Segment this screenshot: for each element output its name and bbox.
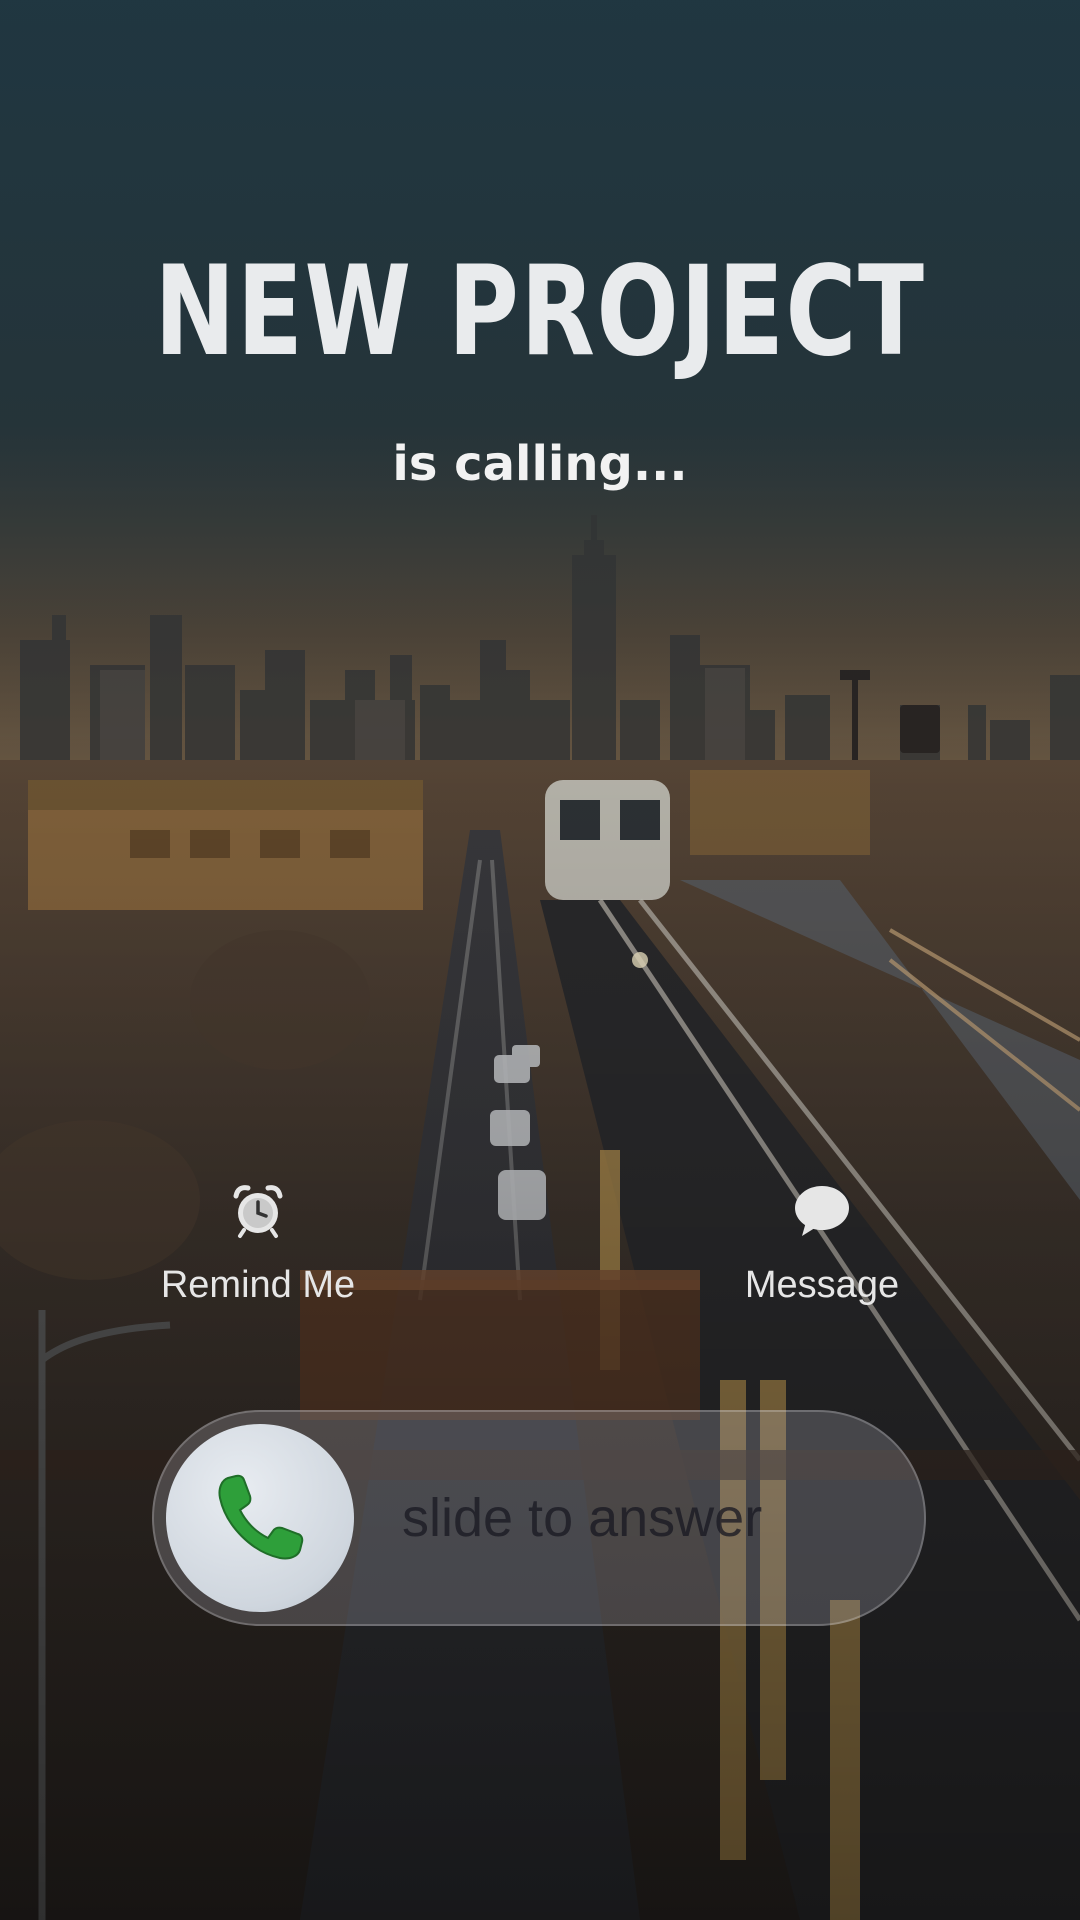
answer-slider-knob[interactable]: [166, 1424, 354, 1612]
incoming-call-screen: NEW PROJECT is calling... Remind Me Mess…: [0, 0, 1080, 1920]
speech-bubble-icon: [795, 1186, 849, 1236]
slide-to-answer-track[interactable]: slide to answer: [152, 1410, 926, 1626]
call-status: is calling...: [392, 436, 688, 492]
message-button[interactable]: Message: [692, 1180, 952, 1307]
caller-name: NEW PROJECT: [154, 240, 926, 384]
slide-to-answer-label: slide to answer: [402, 1488, 763, 1548]
message-label: Message: [744, 1264, 900, 1306]
phone-icon: [218, 1474, 304, 1560]
alarm-clock-icon: [233, 1185, 283, 1238]
remind-me-button[interactable]: Remind Me: [128, 1180, 388, 1307]
remind-me-label: Remind Me: [160, 1264, 356, 1306]
